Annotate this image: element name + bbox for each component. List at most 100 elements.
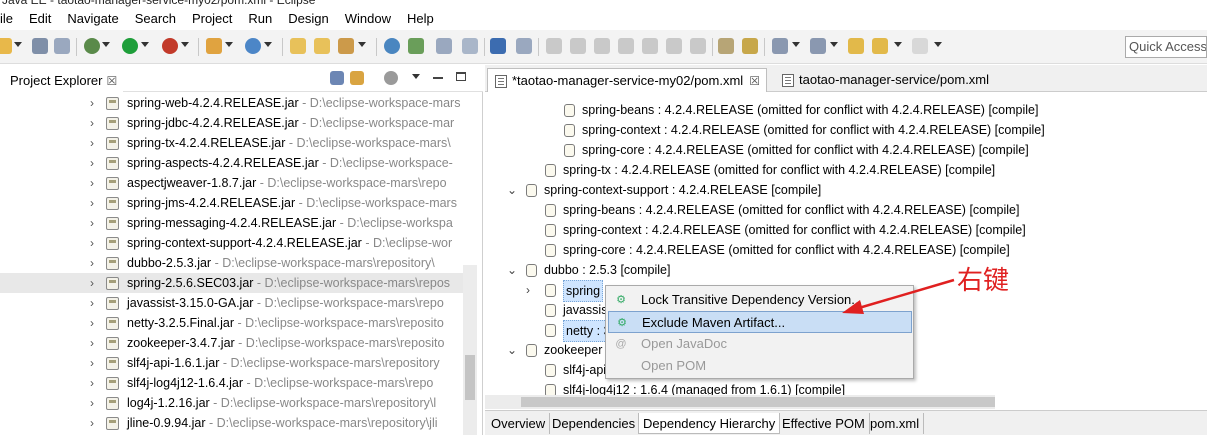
new-server-dropdown-icon[interactable]	[225, 42, 233, 47]
chevron-right-icon[interactable]: ›	[90, 153, 94, 173]
tree-row[interactable]: › jline-0.9.94.jar - D:\eclipse-workspace…	[0, 413, 476, 433]
chevron-right-icon[interactable]: ›	[90, 313, 94, 333]
next-annotation-dropdown-icon[interactable]	[792, 42, 800, 47]
next-annotation-icon[interactable]	[772, 38, 788, 54]
suspend-icon[interactable]	[570, 38, 586, 54]
scrollbar-thumb[interactable]	[465, 355, 475, 400]
console-icon[interactable]	[490, 38, 506, 54]
close-icon[interactable]: ☒	[106, 74, 117, 88]
tree-row[interactable]: › spring-2.5.6.SEC03.jar - D:\eclipse-wor…	[0, 273, 476, 293]
show-whitespace-icon[interactable]	[462, 38, 478, 54]
chevron-right-icon[interactable]: ›	[90, 213, 94, 233]
search-dropdown-icon[interactable]	[358, 42, 366, 47]
menu-run[interactable]: Run	[240, 8, 280, 30]
tab-effective-pom[interactable]: Effective POM	[778, 413, 870, 434]
globe-icon[interactable]	[384, 38, 400, 54]
skip-breakpoints-icon[interactable]	[516, 38, 532, 54]
tab-dependencies[interactable]: Dependencies	[548, 413, 641, 434]
forward-dropdown-icon[interactable]	[934, 42, 942, 47]
tree-row[interactable]: › slf4j-api-1.6.1.jar - D:\eclipse-worksp…	[0, 353, 476, 373]
run-icon[interactable]	[122, 38, 138, 54]
tree-row[interactable]: › spring-aspects-4.2.4.RELEASE.jar - D:\e…	[0, 153, 476, 173]
tab-pom-my02[interactable]: *taotao-manager-service-my02/pom.xml ☒	[487, 68, 767, 92]
new-server-icon[interactable]	[206, 38, 222, 54]
dependency-node[interactable]: ⌄ spring-context-support : 4.2.4.RELEASE …	[485, 180, 1205, 200]
tree-row[interactable]: › spring-web-4.2.4.RELEASE.jar - D:\eclip…	[0, 93, 476, 113]
menu-design[interactable]: Design	[280, 8, 336, 30]
tree-row[interactable]: › spring-messaging-4.2.4.RELEASE.jar - D:…	[0, 213, 476, 233]
resume-icon[interactable]	[546, 38, 562, 54]
scrollbar-thumb[interactable]	[521, 397, 995, 407]
save-all-icon[interactable]	[54, 38, 70, 54]
vertical-scrollbar[interactable]	[463, 265, 477, 435]
tree-row[interactable]: › spring-jms-4.2.4.RELEASE.jar - D:\eclip…	[0, 193, 476, 213]
menu-navigate[interactable]: Navigate	[59, 8, 126, 30]
menu-help[interactable]: Help	[399, 8, 442, 30]
chevron-right-icon[interactable]: ›	[90, 93, 94, 113]
view-menu-icon[interactable]	[384, 71, 398, 85]
menu-search[interactable]: Search	[127, 8, 184, 30]
dependency-node[interactable]: spring-context : 4.2.4.RELEASE (omitted …	[485, 220, 1205, 240]
dependency-node[interactable]: spring-core : 4.2.4.RELEASE (omitted for…	[485, 240, 1205, 260]
tree-row[interactable]: › aspectjweaver-1.8.7.jar - D:\eclipse-wo…	[0, 173, 476, 193]
menu-item-open-javadoc[interactable]: @ Open JavaDoc	[608, 333, 912, 355]
tab-pom-service[interactable]: taotao-manager-service/pom.xml	[775, 68, 995, 92]
dependency-node[interactable]: spring-tx : 4.2.4.RELEASE (omitted for c…	[485, 160, 1205, 180]
chevron-right-icon[interactable]: ›	[90, 113, 94, 133]
link-with-editor-icon[interactable]	[350, 71, 364, 85]
use-step-filters-icon[interactable]	[718, 38, 734, 54]
chevron-down-icon[interactable]: ⌄	[507, 180, 517, 200]
prev-annotation-dropdown-icon[interactable]	[830, 42, 838, 47]
menu-window[interactable]: Window	[337, 8, 399, 30]
prev-annotation-icon[interactable]	[810, 38, 826, 54]
dependency-node[interactable]: spring-context : 4.2.4.RELEASE (omitted …	[485, 120, 1205, 140]
run-dropdown-icon[interactable]	[141, 42, 149, 47]
open-type-icon[interactable]	[290, 38, 306, 54]
project-explorer-tab[interactable]: Project Explorer ☒	[0, 68, 124, 92]
tree-row[interactable]: › netty-3.2.5.Final.jar - D:\eclipse-work…	[0, 313, 476, 333]
debug-icon[interactable]	[84, 38, 100, 54]
tab-pom-xml[interactable]: pom.xml	[866, 413, 925, 434]
external-tools-icon[interactable]	[162, 38, 178, 54]
step-over-icon[interactable]	[666, 38, 682, 54]
refresh-icon[interactable]	[408, 38, 424, 54]
new-dropdown-icon[interactable]	[14, 42, 22, 47]
menu-project[interactable]: Project	[184, 8, 240, 30]
minimize-icon[interactable]	[433, 77, 443, 79]
chevron-right-icon[interactable]: ›	[90, 293, 94, 313]
last-edit-location-icon[interactable]	[848, 38, 864, 54]
chevron-right-icon[interactable]: ›	[90, 173, 94, 193]
tab-dependency-hierarchy[interactable]: Dependency Hierarchy	[638, 413, 781, 434]
chevron-right-icon[interactable]: ›	[90, 353, 94, 373]
open-folder-icon[interactable]	[314, 38, 330, 54]
new-icon[interactable]	[0, 38, 12, 54]
back-dropdown-icon[interactable]	[894, 42, 902, 47]
dependency-node[interactable]: spring-beans : 4.2.4.RELEASE (omitted fo…	[485, 200, 1205, 220]
dependency-node[interactable]: spring-beans : 4.2.4.RELEASE (omitted fo…	[485, 100, 1205, 120]
chevron-right-icon[interactable]: ›	[90, 253, 94, 273]
toggle-mark-icon[interactable]	[436, 38, 452, 54]
terminate-icon[interactable]	[594, 38, 610, 54]
view-menu-dropdown-icon[interactable]	[412, 74, 420, 79]
tree-row[interactable]: › spring-context-support-4.2.4.RELEASE.ja…	[0, 233, 476, 253]
new-java-class-icon[interactable]	[245, 38, 261, 54]
chevron-right-icon[interactable]: ›	[90, 193, 94, 213]
tree-row[interactable]: › log4j-1.2.16.jar - D:\eclipse-workspace…	[0, 393, 476, 413]
tree-row[interactable]: › spring-tx-4.2.4.RELEASE.jar - D:\eclips…	[0, 133, 476, 153]
menu-item-open-pom[interactable]: Open POM	[608, 355, 912, 377]
back-icon[interactable]	[872, 38, 888, 54]
tree-row[interactable]: › javassist-3.15.0-GA.jar - D:\eclipse-wo…	[0, 293, 476, 313]
menu-file[interactable]: ile	[0, 8, 21, 30]
chevron-right-icon[interactable]: ›	[90, 133, 94, 153]
search-tool-icon[interactable]	[338, 38, 354, 54]
chevron-down-icon[interactable]: ⌄	[507, 260, 517, 280]
annotation-icon[interactable]	[742, 38, 758, 54]
chevron-down-icon[interactable]: ⌄	[507, 340, 517, 360]
tree-row[interactable]: › zookeeper-3.4.7.jar - D:\eclipse-worksp…	[0, 333, 476, 353]
chevron-right-icon[interactable]: ›	[90, 273, 94, 293]
tree-row[interactable]: › slf4j-log4j12-1.6.4.jar - D:\eclipse-wo…	[0, 373, 476, 393]
chevron-right-icon[interactable]: ›	[90, 393, 94, 413]
chevron-right-icon[interactable]: ›	[90, 233, 94, 253]
forward-icon[interactable]	[912, 38, 928, 54]
step-into-icon[interactable]	[642, 38, 658, 54]
